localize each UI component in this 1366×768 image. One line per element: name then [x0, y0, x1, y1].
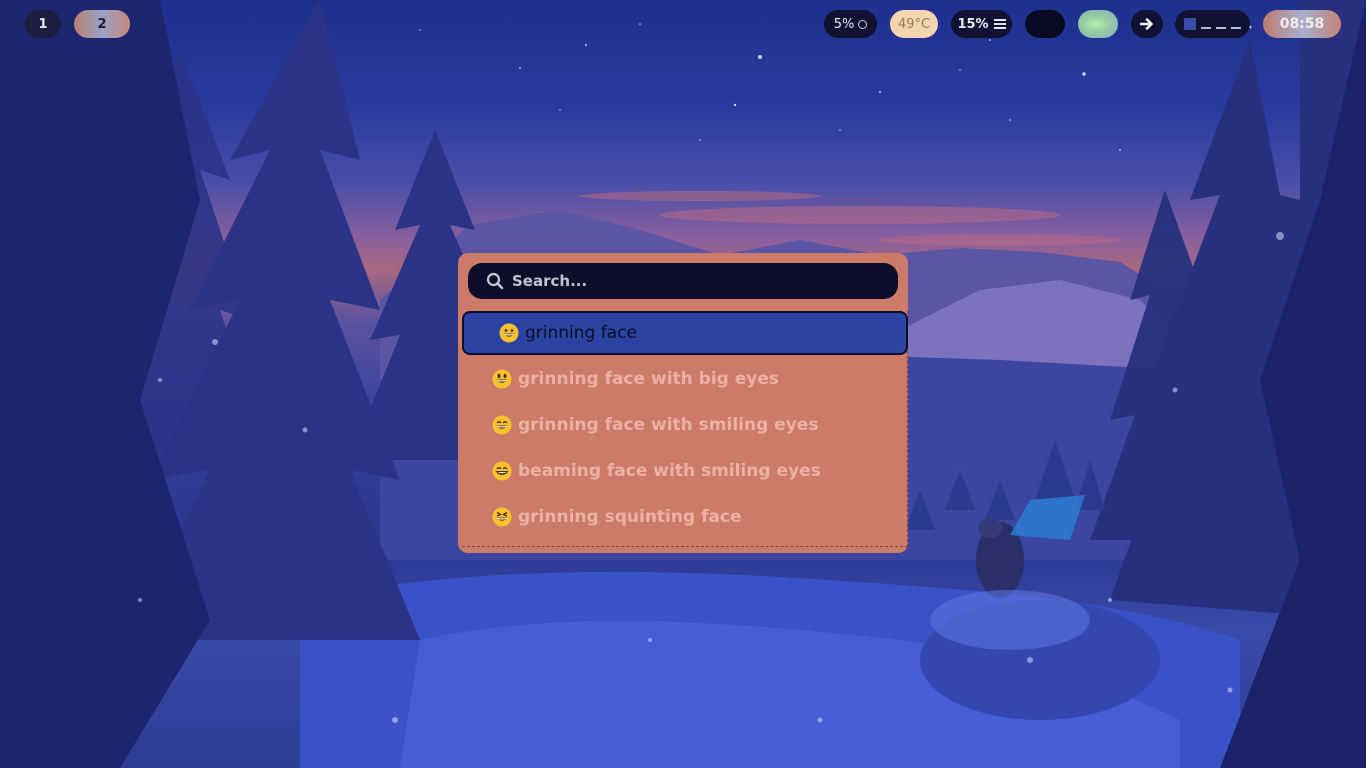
workspace-indicator-widget[interactable]: [1175, 10, 1250, 38]
temperature-widget[interactable]: 49°C: [890, 10, 938, 38]
memory-usage-widget[interactable]: 15%: [951, 10, 1012, 38]
search-bar[interactable]: [468, 263, 898, 299]
list-item-label: grinning face: [525, 323, 637, 343]
grinning-face-with-smiling-eyes-icon: [492, 415, 512, 435]
arrow-button[interactable]: [1131, 10, 1163, 38]
dash-indicator: [1231, 27, 1241, 29]
workspace-1-label: 1: [38, 16, 48, 32]
search-input[interactable]: [512, 272, 872, 290]
grinning-squinting-face-icon: [492, 507, 512, 527]
list-item-label: beaming face with smiling eyes: [518, 461, 821, 481]
gauge-widget[interactable]: [1078, 10, 1118, 38]
list-item[interactable]: grinning face with smiling eyes: [462, 403, 908, 447]
dash-indicator: [1201, 27, 1211, 29]
cpu-usage-widget[interactable]: 5%: [824, 10, 877, 38]
list-item[interactable]: grinning squinting face: [462, 495, 908, 539]
dash-indicator: [1216, 27, 1226, 29]
clock-widget[interactable]: 08:58: [1263, 10, 1341, 38]
list-item-label: grinning face with big eyes: [518, 369, 780, 389]
cpu-usage-label: 5%: [833, 16, 855, 32]
workspace-1-button[interactable]: 1: [25, 10, 61, 38]
list-item-label: grinning face with smiling eyes: [518, 415, 819, 435]
circle-icon: [858, 19, 868, 29]
workspace-2-button[interactable]: 2: [74, 10, 130, 38]
temperature-label: 49°C: [897, 16, 931, 32]
clock-label: 08:58: [1279, 16, 1325, 32]
grinning-face-icon: [499, 323, 519, 343]
result-list: grinning face grinning face with big eye…: [462, 311, 908, 547]
workspace-2-label: 2: [97, 16, 107, 32]
list-item[interactable]: grinning face: [462, 311, 908, 355]
beaming-face-with-smiling-eyes-icon: [492, 461, 512, 481]
active-block-indicator: [1184, 18, 1196, 30]
arrow-right-icon: [1140, 18, 1153, 30]
list-item-label: grinning squinting face: [518, 507, 742, 527]
grinning-face-with-big-eyes-icon: [492, 369, 512, 389]
list-item[interactable]: grinning face with big eyes: [462, 357, 908, 401]
list-item[interactable]: beaming face with smiling eyes: [462, 449, 908, 493]
memory-usage-label: 15%: [957, 16, 989, 32]
emoji-launcher: grinning face grinning face with big eye…: [458, 253, 908, 553]
tray-widget[interactable]: [1025, 10, 1065, 38]
search-icon: [486, 272, 504, 290]
menu-icon: [993, 19, 1006, 29]
